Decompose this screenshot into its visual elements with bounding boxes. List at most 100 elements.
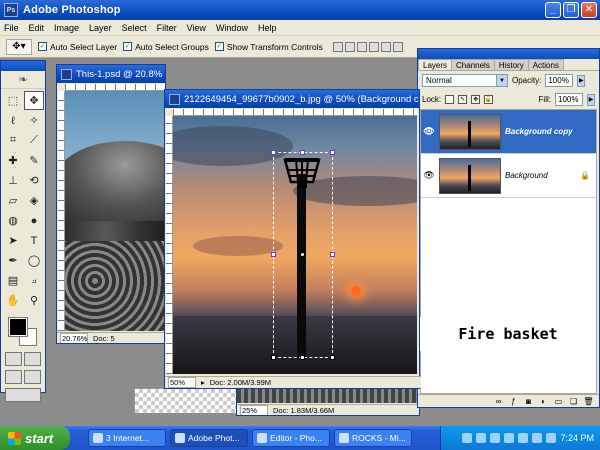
maximize-button[interactable]: ❐ <box>563 2 579 18</box>
fill-input[interactable]: 100% <box>555 93 583 106</box>
hand-tool-icon[interactable]: ✋ <box>3 291 23 310</box>
eyedropper-tool-icon[interactable]: ⟓ <box>24 271 44 290</box>
foreground-color-swatch[interactable] <box>8 317 28 337</box>
auto-select-layer-checkbox[interactable]: ✓ Auto Select Layer <box>38 42 117 52</box>
tray-app-icon[interactable] <box>462 433 473 443</box>
chevron-right-icon[interactable]: ▶ <box>587 93 595 106</box>
tray-app-icon[interactable] <box>490 433 501 443</box>
align-center-icon[interactable] <box>380 41 391 52</box>
align-bottom-icon[interactable] <box>356 41 367 52</box>
menu-layer[interactable]: Layer <box>89 23 112 33</box>
doc2-canvas[interactable] <box>173 116 417 374</box>
doc2-status-arrow-icon[interactable]: ▸ <box>201 378 205 387</box>
menu-select[interactable]: Select <box>122 23 147 33</box>
transform-handle[interactable] <box>300 355 305 360</box>
transform-handle[interactable] <box>271 150 276 155</box>
lasso-tool-icon[interactable]: ℓ <box>3 111 23 130</box>
taskbar-item-photoshop[interactable]: Adobe Phot... <box>170 429 248 447</box>
tray-app-icon[interactable] <box>504 433 515 443</box>
doc2-zoom-field[interactable]: 50% <box>168 377 196 388</box>
show-transform-controls-checkbox[interactable]: ✓ Show Transform Controls <box>214 42 323 52</box>
transform-handle[interactable] <box>271 355 276 360</box>
type-tool-icon[interactable]: T <box>24 231 44 250</box>
layers-palette-titlebar[interactable] <box>418 49 599 59</box>
align-top-icon[interactable] <box>332 41 343 52</box>
tray-app-icon[interactable] <box>476 433 487 443</box>
opacity-input[interactable]: 100% <box>545 74 574 87</box>
notes-tool-icon[interactable]: ▤ <box>3 271 23 290</box>
clone-stamp-tool-icon[interactable]: ⊥ <box>3 171 23 190</box>
tab-layers[interactable]: Layers <box>418 59 453 70</box>
tray-app-icon[interactable] <box>518 433 529 443</box>
minimize-button[interactable]: _ <box>545 2 561 18</box>
close-button[interactable]: ✕ <box>581 2 597 18</box>
marquee-tool-icon[interactable]: ⬚ <box>3 91 23 110</box>
taskbar-item-editor[interactable]: Editor - Pho... <box>252 429 330 447</box>
move-tool-preset-icon[interactable]: ✥▾ <box>6 38 32 55</box>
link-layers-icon[interactable]: ∞ <box>494 397 503 406</box>
pen-tool-icon[interactable]: ✒ <box>3 251 23 270</box>
history-brush-tool-icon[interactable]: ⟲ <box>24 171 44 190</box>
layer-style-icon[interactable]: ƒ <box>509 397 518 406</box>
standard-mode-icon[interactable] <box>5 352 22 366</box>
transform-handle[interactable] <box>330 355 335 360</box>
layer-row-background[interactable]: 👁 Background 🔒 <box>421 154 596 198</box>
shape-tool-icon[interactable]: ◯ <box>24 251 44 270</box>
menu-image[interactable]: Image <box>54 23 79 33</box>
imageready-icon[interactable] <box>5 388 41 402</box>
feather-icon[interactable]: ❧ <box>1 71 45 89</box>
zoom-tool-icon[interactable]: ⚲ <box>24 291 44 310</box>
toolbox-titlebar[interactable] <box>1 61 45 71</box>
taskbar-item-internet[interactable]: 3 Internet... <box>88 429 166 447</box>
tray-volume-icon[interactable] <box>546 433 557 443</box>
tab-history[interactable]: History <box>493 59 529 70</box>
slice-tool-icon[interactable]: ⟋ <box>24 131 44 150</box>
doc2-titlebar[interactable]: 2122649454_99677b0902_b.jpg @ 50% (Backg… <box>165 90 419 108</box>
start-button[interactable]: start <box>0 426 70 450</box>
crop-tool-icon[interactable]: ⌗ <box>3 131 23 150</box>
adjustment-layer-icon[interactable]: ◐ <box>539 397 548 406</box>
layer-mask-icon[interactable]: ◙ <box>524 397 533 406</box>
tab-channels[interactable]: Channels <box>451 59 495 70</box>
screen-mode-standard-icon[interactable] <box>5 370 22 384</box>
path-selection-tool-icon[interactable]: ➤ <box>3 231 23 250</box>
align-middle-icon[interactable] <box>344 41 355 52</box>
eraser-tool-icon[interactable]: ▱ <box>3 191 23 210</box>
menu-edit[interactable]: Edit <box>29 23 45 33</box>
doc1-zoom-field[interactable]: 20.76% <box>60 333 88 343</box>
lock-image-icon[interactable]: ✎ <box>458 95 468 104</box>
transform-handle[interactable] <box>300 150 305 155</box>
magic-wand-tool-icon[interactable]: ✧ <box>24 111 44 130</box>
menu-help[interactable]: Help <box>258 23 277 33</box>
taskbar-item-rocks[interactable]: ROCKS - Mi... <box>334 429 412 447</box>
paint-bucket-tool-icon[interactable]: ◈ <box>24 191 44 210</box>
blend-mode-select[interactable]: Normal ▼ <box>422 74 508 87</box>
layer-row-background-copy[interactable]: 👁 Background copy <box>421 110 596 154</box>
lock-all-icon[interactable]: 🔒 <box>484 95 494 104</box>
transform-handle[interactable] <box>271 252 276 257</box>
align-right-icon[interactable] <box>392 41 403 52</box>
tab-actions[interactable]: Actions <box>527 59 564 70</box>
menu-window[interactable]: Window <box>216 23 248 33</box>
doc3-zoom-field[interactable]: 25% <box>240 405 268 415</box>
dodge-tool-icon[interactable]: ● <box>24 211 44 230</box>
trash-icon[interactable]: 🗑 <box>583 397 593 406</box>
doc1-titlebar[interactable]: This-1.psd @ 20.8% (Layer 3, Layer Mask/… <box>57 65 165 83</box>
doc1-canvas[interactable] <box>65 91 165 331</box>
menu-file[interactable]: File <box>4 23 19 33</box>
transform-center-point[interactable] <box>300 252 305 257</box>
lock-position-icon[interactable]: ✥ <box>471 95 481 104</box>
transform-handle[interactable] <box>330 150 335 155</box>
eye-icon[interactable]: 👁 <box>421 126 437 137</box>
align-left-icon[interactable] <box>368 41 379 52</box>
quick-mask-mode-icon[interactable] <box>24 352 41 366</box>
new-layer-icon[interactable]: ❏ <box>569 397 578 406</box>
menu-view[interactable]: View <box>187 23 206 33</box>
brush-tool-icon[interactable]: ✎ <box>24 151 44 170</box>
eye-icon[interactable]: 👁 <box>421 170 437 181</box>
healing-brush-tool-icon[interactable]: ✚ <box>3 151 23 170</box>
screen-mode-full-icon[interactable] <box>24 370 41 384</box>
menu-filter[interactable]: Filter <box>157 23 177 33</box>
blur-tool-icon[interactable]: ◍ <box>3 211 23 230</box>
move-tool-icon[interactable]: ✥ <box>24 91 44 110</box>
